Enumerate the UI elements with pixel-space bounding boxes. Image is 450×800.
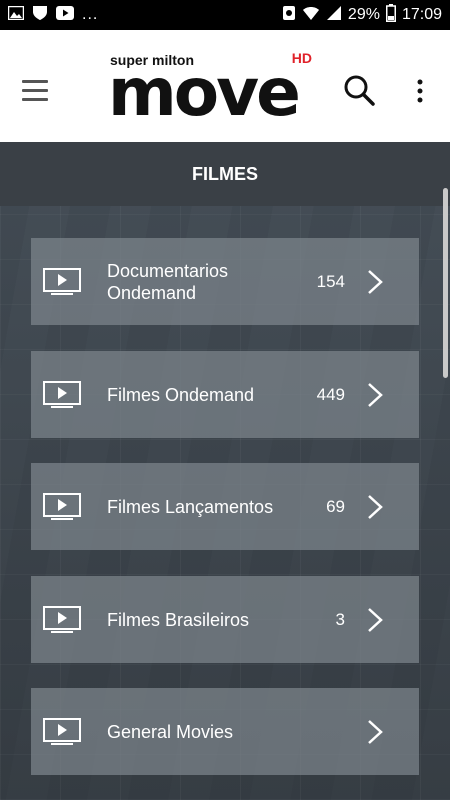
shield-icon	[32, 5, 48, 26]
category-row[interactable]: General Movies	[31, 688, 419, 775]
wifi-icon	[302, 5, 320, 26]
category-row[interactable]: Filmes Brasileiros 3	[31, 576, 419, 663]
app-logo: super milton HD move	[108, 50, 314, 131]
more-vert-icon[interactable]	[410, 78, 430, 104]
chevron-right-icon	[365, 494, 385, 520]
logo-main-text: move	[108, 54, 301, 131]
category-count: 3	[335, 609, 345, 629]
tv-play-icon	[43, 606, 81, 634]
app-bar: super milton HD move	[0, 30, 450, 142]
signal-icon	[326, 5, 342, 26]
gallery-icon	[7, 5, 25, 25]
category-label: General Movies	[107, 721, 234, 742]
tv-play-icon	[43, 493, 81, 521]
chevron-right-icon	[365, 719, 385, 745]
battery-level: 29%	[347, 6, 380, 23]
category-count: 69	[326, 496, 345, 516]
status-bar: ... 29% 17:09	[0, 0, 450, 30]
chevron-right-icon	[365, 607, 385, 633]
battery-icon	[385, 3, 396, 27]
search-icon[interactable]	[343, 74, 375, 106]
category-list-screen: FILMES Documentarios Ondemand 154 Filmes…	[0, 142, 450, 800]
tv-play-icon	[43, 381, 81, 409]
category-row[interactable]: Filmes Ondemand 449	[31, 351, 419, 438]
youtube-icon	[56, 5, 74, 25]
tv-play-icon	[43, 268, 81, 296]
category-label: Documentarios Ondemand	[107, 260, 229, 303]
category-label: Filmes Lançamentos	[107, 496, 274, 517]
status-overflow: ...	[82, 6, 99, 23]
category-count: 449	[316, 384, 345, 404]
scrollbar[interactable]	[443, 188, 448, 378]
category-count: 154	[316, 271, 345, 291]
category-label: Filmes Brasileiros	[107, 609, 250, 630]
section-title: FILMES	[0, 142, 450, 206]
clock: 17:09	[401, 6, 442, 23]
category-row[interactable]: Filmes Lançamentos 69	[31, 463, 419, 550]
tv-play-icon	[43, 718, 81, 746]
category-label: Filmes Ondemand	[107, 384, 255, 405]
notification-icon	[282, 5, 296, 26]
chevron-right-icon	[365, 269, 385, 295]
menu-icon[interactable]	[22, 80, 48, 102]
category-row[interactable]: Documentarios Ondemand 154	[31, 238, 419, 325]
chevron-right-icon	[365, 382, 385, 408]
